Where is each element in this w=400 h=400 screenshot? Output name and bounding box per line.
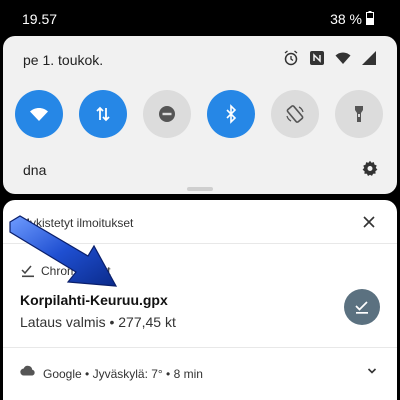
battery-percent: 38 % bbox=[330, 11, 362, 27]
settings-gear-icon[interactable] bbox=[361, 160, 379, 178]
status-bar: 19.57 38 % bbox=[0, 0, 400, 36]
signal-icon bbox=[362, 51, 376, 65]
download-done-icon bbox=[355, 301, 368, 314]
nfc-icon bbox=[310, 51, 324, 65]
quick-tiles bbox=[15, 90, 385, 140]
battery-icon bbox=[366, 11, 374, 25]
wifi-icon bbox=[30, 107, 48, 121]
tile-bluetooth[interactable] bbox=[207, 90, 255, 138]
tile-wifi[interactable] bbox=[15, 90, 63, 138]
clock: 19.57 bbox=[22, 11, 58, 27]
open-download-button[interactable] bbox=[344, 289, 380, 325]
status-icons bbox=[283, 50, 377, 66]
chevron-down-icon[interactable] bbox=[367, 366, 377, 376]
auto-rotate-icon bbox=[286, 105, 304, 123]
drag-handle[interactable] bbox=[187, 187, 213, 191]
tile-flashlight[interactable] bbox=[335, 90, 383, 138]
weather-text: Google • Jyväskylä: 7° • 8 min bbox=[43, 367, 203, 381]
annotation-arrow bbox=[9, 215, 118, 287]
data-transfer-icon bbox=[96, 106, 110, 122]
wifi-status-icon bbox=[335, 52, 351, 64]
do-not-disturb-icon bbox=[159, 106, 175, 122]
date-label: pe 1. toukok. bbox=[23, 52, 104, 68]
tile-do-not-disturb[interactable] bbox=[143, 90, 191, 138]
alarm-icon bbox=[284, 50, 298, 66]
tile-mobile-data[interactable] bbox=[79, 90, 127, 138]
close-icon[interactable] bbox=[361, 214, 377, 230]
quick-settings-panel: pe 1. toukok. dna bbox=[3, 36, 397, 194]
notification-title: Korpilahti-Keuruu.gpx bbox=[20, 292, 168, 308]
cloud-icon bbox=[20, 365, 35, 376]
weather-notification[interactable]: Google • Jyväskylä: 7° • 8 min bbox=[3, 348, 397, 400]
bluetooth-icon bbox=[226, 104, 237, 124]
flashlight-icon bbox=[355, 106, 363, 122]
tile-auto-rotate[interactable] bbox=[271, 90, 319, 138]
notification-subtitle: Lataus valmis • 277,45 kt bbox=[20, 314, 176, 330]
carrier-label: dna bbox=[23, 162, 47, 178]
